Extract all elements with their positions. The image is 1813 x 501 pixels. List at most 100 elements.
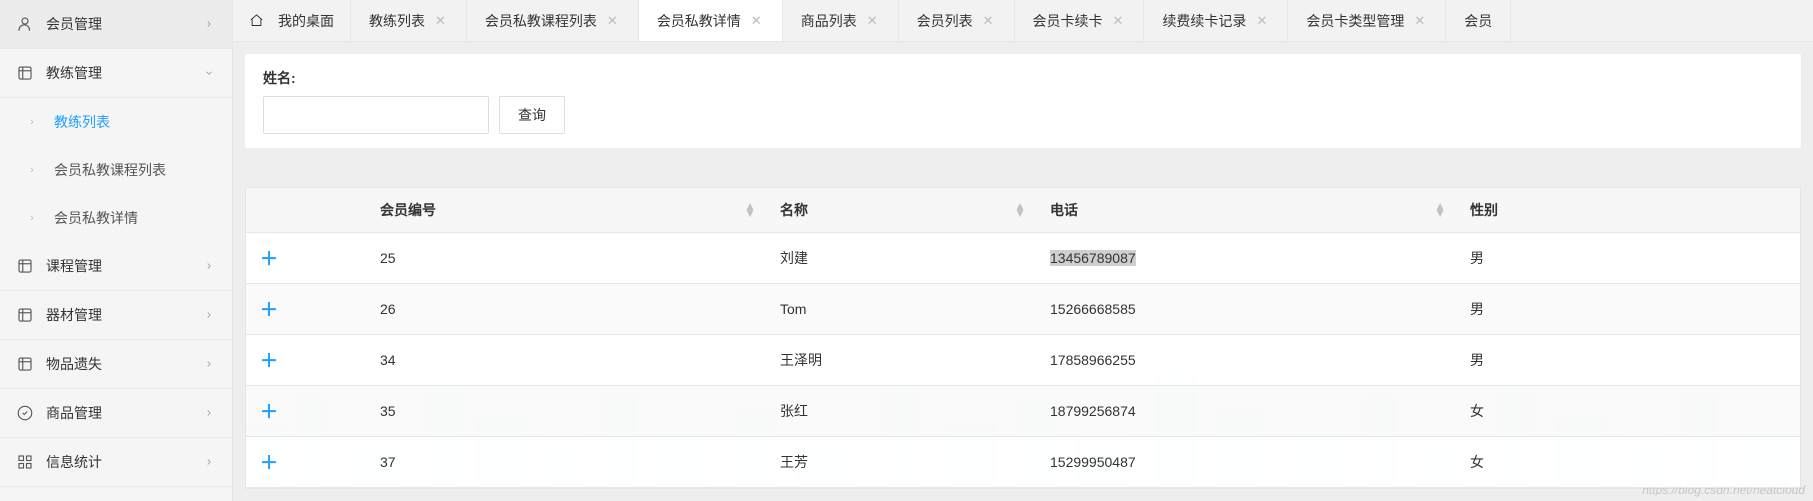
box-icon bbox=[16, 355, 34, 373]
sidebar-item-label: 会员管理 bbox=[46, 14, 204, 34]
sidebar-subitem-member-detail[interactable]: 会员私教详情 bbox=[0, 194, 232, 242]
cell-gender: 男 bbox=[1456, 233, 1800, 284]
tab-memb-edge[interactable]: 会员 bbox=[1446, 0, 1511, 41]
close-icon[interactable]: ✕ bbox=[1412, 13, 1427, 29]
sidebar-subitem-member-course[interactable]: 会员私教课程列表 bbox=[0, 146, 232, 194]
close-icon[interactable]: ✕ bbox=[865, 13, 880, 29]
search-label: 姓名: bbox=[263, 68, 1783, 88]
col-gender-label: 性别 bbox=[1470, 202, 1498, 218]
close-icon[interactable]: ✕ bbox=[981, 13, 996, 29]
expand-icon[interactable]: ＋ bbox=[260, 402, 278, 422]
col-expand-header bbox=[246, 188, 366, 233]
table-row[interactable]: ＋ 25刘建 13456789087 男 bbox=[246, 233, 1800, 284]
cell-id: 35 bbox=[366, 386, 766, 437]
box-icon bbox=[16, 306, 34, 324]
sidebar-item-label: 信息统计 bbox=[46, 452, 204, 472]
user-icon bbox=[16, 15, 34, 33]
cell-name: 王芳 bbox=[766, 437, 1036, 488]
expand-icon[interactable]: ＋ bbox=[260, 300, 278, 320]
sidebar-item-coach[interactable]: 教练管理 bbox=[0, 49, 232, 98]
sort-icon[interactable]: ▲▼ bbox=[1014, 203, 1026, 217]
cart-icon bbox=[16, 404, 34, 422]
cell-tel: 13456789087 bbox=[1036, 233, 1456, 284]
table-row[interactable]: ＋26Tom15266668585男 bbox=[246, 284, 1800, 335]
cell-tel: 17858966255 bbox=[1036, 335, 1456, 386]
col-id-header[interactable]: 会员编号 ▲▼ bbox=[366, 188, 766, 233]
tab-label: 会员私教详情 bbox=[657, 11, 741, 31]
sidebar: 会员管理教练管理教练列表会员私教课程列表会员私教详情课程管理器材管理物品遗失商品… bbox=[0, 0, 233, 501]
sidebar-item-label: 器材管理 bbox=[46, 305, 204, 325]
tab-label: 续费续卡记录 bbox=[1162, 11, 1246, 31]
sort-icon[interactable]: ▲▼ bbox=[1434, 203, 1446, 217]
col-tel-header[interactable]: 电话 ▲▼ bbox=[1036, 188, 1456, 233]
tab-label: 我的桌面 bbox=[278, 11, 334, 31]
cell-tel: 15266668585 bbox=[1036, 284, 1456, 335]
sidebar-item-course[interactable]: 课程管理 bbox=[0, 242, 232, 291]
close-icon[interactable]: ✕ bbox=[433, 13, 448, 29]
tab-cardtype[interactable]: 会员卡类型管理 ✕ bbox=[1288, 0, 1446, 41]
tab-coach-list[interactable]: 教练列表✕ bbox=[351, 0, 467, 41]
cell-id: 26 bbox=[366, 284, 766, 335]
cell-id: 25 bbox=[366, 233, 766, 284]
sidebar-subitem-label: 会员私教详情 bbox=[54, 208, 138, 228]
table-wrap: 会员编号 ▲▼ 名称 ▲▼ 电话 ▲▼ bbox=[245, 187, 1801, 489]
watermark-band bbox=[245, 160, 1801, 175]
name-input[interactable] bbox=[263, 96, 489, 134]
home-icon bbox=[249, 13, 264, 28]
sort-icon[interactable]: ▲▼ bbox=[744, 203, 756, 217]
table-row[interactable]: ＋35张红18799256874女 bbox=[246, 386, 1800, 437]
tab-bar: 我的桌面教练列表✕会员私教课程列表✕会员私教详情✕商品列表✕会员列表✕会员卡续卡… bbox=[233, 0, 1813, 42]
chevron-right-icon bbox=[204, 260, 216, 272]
content: 姓名: 查询 bbox=[233, 42, 1813, 501]
tab-mpcl[interactable]: 会员私教课程列表 ✕ bbox=[467, 0, 639, 41]
search-button[interactable]: 查询 bbox=[499, 96, 565, 134]
col-id-label: 会员编号 bbox=[380, 202, 436, 218]
close-icon[interactable]: ✕ bbox=[1111, 13, 1126, 29]
cell-name: 张红 bbox=[766, 386, 1036, 437]
chevron-right-icon bbox=[204, 18, 216, 30]
sidebar-item-lost[interactable]: 物品遗失 bbox=[0, 340, 232, 389]
col-name-label: 名称 bbox=[780, 202, 808, 218]
cell-gender: 男 bbox=[1456, 284, 1800, 335]
col-name-header[interactable]: 名称 ▲▼ bbox=[766, 188, 1036, 233]
cell-name: 王泽明 bbox=[766, 335, 1036, 386]
cell-gender: 女 bbox=[1456, 437, 1800, 488]
close-icon[interactable]: ✕ bbox=[605, 13, 620, 29]
cell-id: 37 bbox=[366, 437, 766, 488]
table-row[interactable]: ＋37王芳15299950487女 bbox=[246, 437, 1800, 488]
tab-label: 会员卡类型管理 bbox=[1306, 11, 1404, 31]
sidebar-item-label: 教练管理 bbox=[46, 63, 204, 83]
chevron-right-icon bbox=[28, 214, 42, 222]
tab-renew[interactable]: 会员卡续卡 ✕ bbox=[1015, 0, 1145, 41]
tab-label: 会员列表 bbox=[917, 11, 973, 31]
cell-tel: 18799256874 bbox=[1036, 386, 1456, 437]
close-icon[interactable]: ✕ bbox=[1254, 13, 1269, 29]
tab-renewlog[interactable]: 续费续卡记录 ✕ bbox=[1144, 0, 1288, 41]
sidebar-subitem-label: 教练列表 bbox=[54, 112, 110, 132]
tab-mpd[interactable]: 会员私教详情 ✕ bbox=[639, 0, 783, 41]
cell-name: 刘建 bbox=[766, 233, 1036, 284]
expand-icon[interactable]: ＋ bbox=[260, 453, 278, 473]
table-row[interactable]: ＋34王泽明17858966255男 bbox=[246, 335, 1800, 386]
chevron-right-icon bbox=[204, 309, 216, 321]
tab-goods[interactable]: 商品列表✕ bbox=[783, 0, 899, 41]
sidebar-subitem-label: 会员私教课程列表 bbox=[54, 160, 166, 180]
close-icon[interactable]: ✕ bbox=[749, 13, 764, 29]
sidebar-subitem-coach-list[interactable]: 教练列表 bbox=[0, 98, 232, 146]
col-gender-header[interactable]: 性别 bbox=[1456, 188, 1800, 233]
sidebar-item-info[interactable]: 信息统计 bbox=[0, 438, 232, 487]
sidebar-item-goods[interactable]: 商品管理 bbox=[0, 389, 232, 438]
expand-icon[interactable]: ＋ bbox=[260, 351, 278, 371]
highlighted-tel: 13456789087 bbox=[1050, 250, 1136, 266]
tab-label: 会员私教课程列表 bbox=[485, 11, 597, 31]
tab-home[interactable]: 我的桌面 bbox=[233, 0, 351, 41]
tab-label: 会员卡续卡 bbox=[1033, 11, 1103, 31]
sidebar-item-member[interactable]: 会员管理 bbox=[0, 0, 232, 49]
expand-icon[interactable]: ＋ bbox=[260, 249, 278, 269]
sidebar-item-equip[interactable]: 器材管理 bbox=[0, 291, 232, 340]
box-icon bbox=[16, 257, 34, 275]
cell-gender: 男 bbox=[1456, 335, 1800, 386]
submenu-coach: 教练列表会员私教课程列表会员私教详情 bbox=[0, 98, 232, 242]
chevron-right-icon bbox=[204, 456, 216, 468]
tab-members[interactable]: 会员列表 ✕ bbox=[899, 0, 1015, 41]
